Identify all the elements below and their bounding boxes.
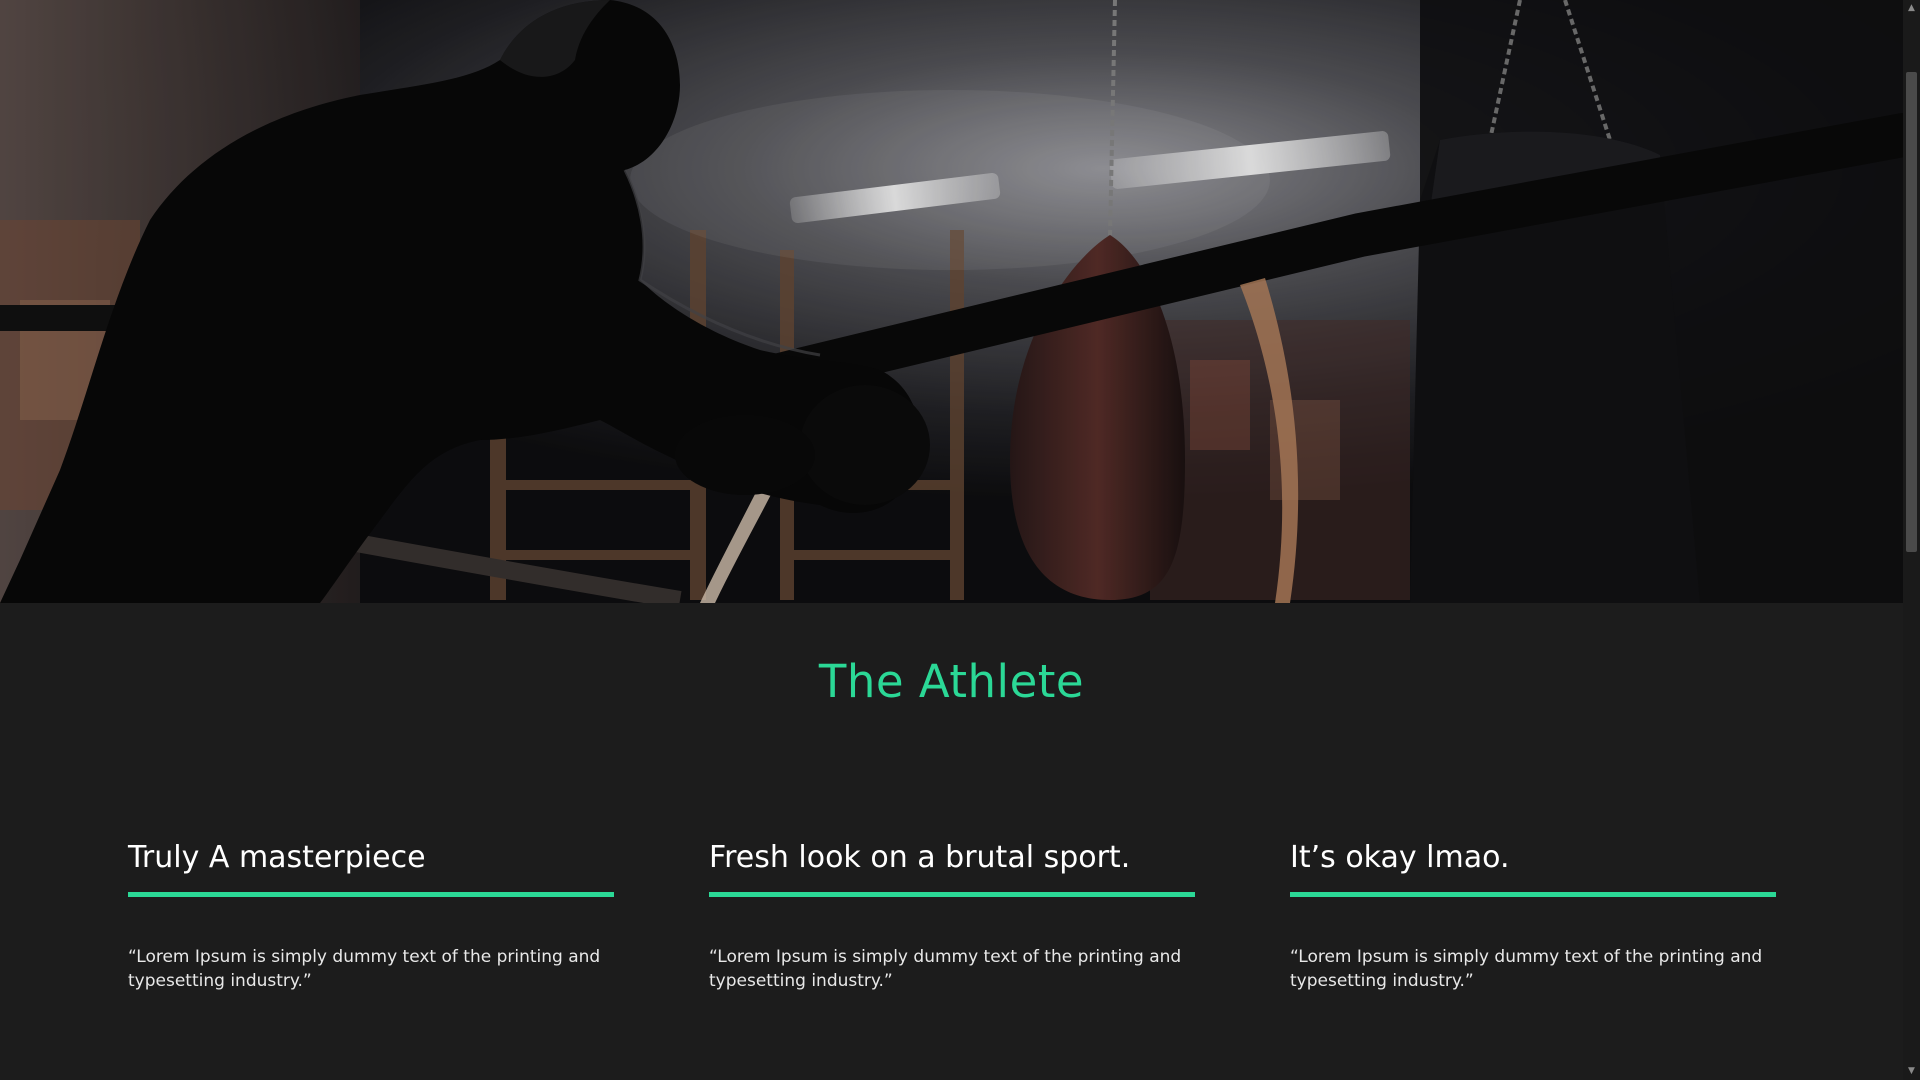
boxing-gym-photo: [0, 0, 1903, 603]
scrollbar-thumb[interactable]: [1906, 72, 1917, 552]
hero-image: [0, 0, 1903, 603]
accent-divider: [709, 892, 1195, 897]
review-card: Truly A masterpiece “Lorem Ipsum is simp…: [128, 836, 614, 993]
page: The Athlete Truly A masterpiece “Lorem I…: [0, 0, 1903, 1080]
review-title: It’s okay lmao.: [1290, 840, 1510, 875]
review-card: Fresh look on a brutal sport. “Lorem Ips…: [709, 836, 1195, 993]
review-quote: “Lorem Ipsum is simply dummy text of the…: [1290, 947, 1763, 991]
review-title: Fresh look on a brutal sport.: [709, 840, 1131, 875]
chevron-down-icon[interactable]: ▼: [1903, 1063, 1920, 1080]
review-title: Truly A masterpiece: [128, 840, 426, 875]
accent-divider: [1290, 892, 1776, 897]
chevron-up-icon[interactable]: ▲: [1903, 0, 1920, 17]
vertical-scrollbar[interactable]: ▲ ▼: [1903, 0, 1920, 1080]
review-card: It’s okay lmao. “Lorem Ipsum is simply d…: [1290, 836, 1776, 993]
review-quote: “Lorem Ipsum is simply dummy text of the…: [709, 947, 1182, 991]
section-title: The Athlete: [818, 655, 1085, 708]
accent-divider: [128, 892, 614, 897]
review-quote: “Lorem Ipsum is simply dummy text of the…: [128, 947, 601, 991]
